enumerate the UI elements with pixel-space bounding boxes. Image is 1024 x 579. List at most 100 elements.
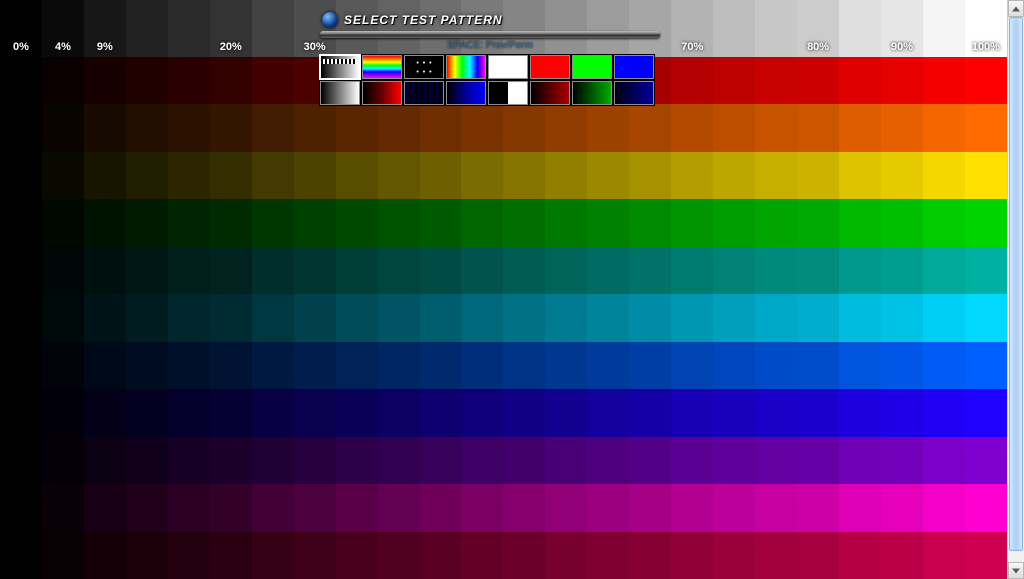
grid-cell (839, 484, 881, 531)
grid-cell (336, 152, 378, 199)
grid-cell (126, 199, 168, 246)
grid-cell (713, 389, 755, 436)
grid-cell (336, 484, 378, 531)
grid-cell (503, 247, 545, 294)
grid-cell (755, 437, 797, 484)
grid-cell (797, 294, 839, 341)
grid-cell (713, 199, 755, 246)
scroll-down-button[interactable] (1008, 562, 1024, 579)
pattern-thumb-rainbow-rows[interactable] (362, 55, 402, 79)
pattern-thumb-full-blue[interactable] (614, 55, 654, 79)
grid-cell (168, 437, 210, 484)
grid-cell (336, 247, 378, 294)
grid-cell (503, 342, 545, 389)
grid-cell: 90% (881, 0, 923, 57)
grid-cell (713, 152, 755, 199)
pct-label: 70% (681, 41, 703, 53)
grid-cell (839, 0, 881, 57)
grid-cell (923, 294, 965, 341)
pattern-thumb-dark-blue-ramp[interactable] (614, 81, 654, 105)
grid-cell (797, 532, 839, 579)
grid-cell (210, 437, 252, 484)
grid-cell (545, 247, 587, 294)
vertical-scrollbar[interactable] (1007, 0, 1024, 579)
grid-cell (671, 247, 713, 294)
grid-cell (252, 484, 294, 531)
grid-cell (294, 389, 336, 436)
grid-cell (461, 389, 503, 436)
grid-cell (839, 57, 881, 104)
grid-cell (545, 484, 587, 531)
grid-cell (965, 342, 1007, 389)
grid-cell (336, 199, 378, 246)
grid-cell (420, 484, 462, 531)
pattern-thumb-black-white-split[interactable] (488, 81, 528, 105)
grid-cell (210, 484, 252, 531)
grid-cell (378, 152, 420, 199)
pattern-thumb-grayscale-bars[interactable] (320, 55, 360, 79)
grid-cell (461, 152, 503, 199)
pct-label: 4% (55, 41, 71, 53)
grid-cell (923, 57, 965, 104)
grid-cell: 70% (671, 0, 713, 57)
grid-cell (210, 247, 252, 294)
grid-cell (0, 437, 42, 484)
pattern-thumb-blue-ramp[interactable] (446, 81, 486, 105)
grid-cell (294, 104, 336, 151)
grid-cell (294, 152, 336, 199)
grid-cell (923, 532, 965, 579)
grid-cell (294, 199, 336, 246)
grid-cell (0, 342, 42, 389)
pattern-thumb-red-ramp[interactable] (362, 81, 402, 105)
grid-cell (755, 199, 797, 246)
grid-cell (294, 247, 336, 294)
pct-label: 80% (807, 41, 829, 53)
pattern-thumb-convergence-dots[interactable] (404, 55, 444, 79)
grid-cell (420, 199, 462, 246)
grid-cell (839, 389, 881, 436)
grid-cell (336, 342, 378, 389)
grid-cell (839, 532, 881, 579)
grid-cell (587, 342, 629, 389)
grid-cell (84, 342, 126, 389)
selector-divider (320, 31, 660, 38)
grid-cell (420, 104, 462, 151)
grid-cell (126, 389, 168, 436)
scroll-thumb[interactable] (1009, 17, 1023, 551)
grid-cell (210, 389, 252, 436)
grid-cell (210, 104, 252, 151)
grid-cell (210, 152, 252, 199)
grid-cell (797, 199, 839, 246)
grid-cell (84, 152, 126, 199)
grid-cell (755, 247, 797, 294)
grid-cell (881, 294, 923, 341)
pattern-thumb-full-green[interactable] (572, 55, 612, 79)
grid-cell (126, 57, 168, 104)
grid-cell (713, 104, 755, 151)
grid-cell (42, 389, 84, 436)
grid-cell (0, 484, 42, 531)
grid-cell (671, 294, 713, 341)
pattern-thumb-gray-ramp[interactable] (320, 81, 360, 105)
pattern-thumb-rainbow-cols[interactable] (446, 55, 486, 79)
scroll-track[interactable] (1008, 17, 1024, 562)
grid-cell (629, 247, 671, 294)
grid-cell (0, 57, 42, 104)
grid-cell (420, 342, 462, 389)
pattern-thumb-dark-red-ramp[interactable] (530, 81, 570, 105)
grid-cell (126, 247, 168, 294)
grid-cell (713, 294, 755, 341)
grid-cell (461, 484, 503, 531)
scroll-up-button[interactable] (1008, 0, 1024, 17)
grid-cell (923, 247, 965, 294)
grid-cell (755, 0, 797, 57)
grid-cell (671, 199, 713, 246)
grid-row-crimson (0, 532, 1007, 579)
pattern-thumb-dark-green-ramp[interactable] (572, 81, 612, 105)
grid-cell (252, 152, 294, 199)
pattern-thumb-full-red[interactable] (530, 55, 570, 79)
pattern-thumb-full-white[interactable] (488, 55, 528, 79)
grid-cell (252, 0, 294, 57)
grid-cell (881, 532, 923, 579)
pattern-thumb-vertical-bars[interactable] (404, 81, 444, 105)
